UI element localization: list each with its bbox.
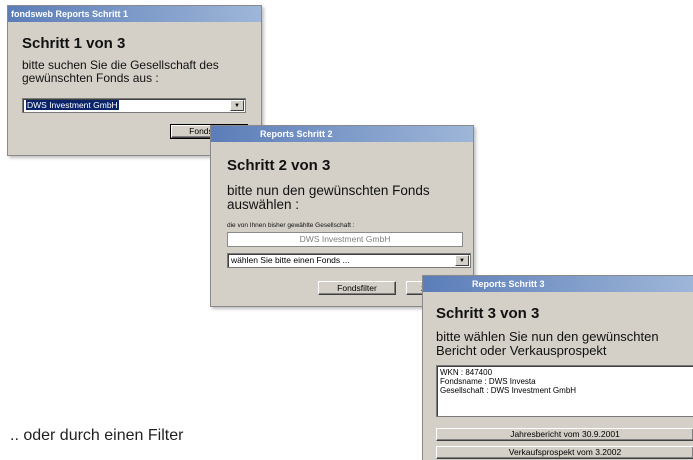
step1-prompt: bitte suchen Sie die Gesellschaft des ge… — [22, 58, 219, 85]
step2-prompt: bitte nun den gewünschten Fonds auswähle… — [227, 183, 430, 213]
step3-prompt: bitte wählen Sie nun den gewünschten Ber… — [436, 329, 659, 358]
prospectus-button[interactable]: Verkaufsprospekt vom 3.2002 — [436, 446, 693, 459]
step3-heading: Schritt 3 von 3 — [436, 305, 540, 322]
info-line-fondsname: Fondsname : DWS Investa — [440, 377, 536, 387]
info-line-wkn: WKN : 847400 — [440, 368, 493, 377]
fondsfilter-button[interactable]: Fondsfilter — [318, 281, 396, 295]
step2-heading: Schritt 2 von 3 — [227, 157, 331, 174]
step2-title: Reports Schritt 2 — [260, 129, 333, 139]
company-select-value: DWS Investment GmbH — [26, 100, 119, 110]
fund-info-box: WKN : 847400 Fondsname : DWS Investa Ges… — [436, 365, 693, 417]
step3-window: Reports Schritt 3 Schritt 3 von 3 bitte … — [422, 275, 693, 460]
step2-titlebar: Reports Schritt 2 — [211, 126, 473, 142]
company-select[interactable]: DWS Investment GmbH ▼ — [22, 98, 246, 113]
fund-select[interactable]: wählen Sie bitte einen Fonds ... ▼ — [227, 253, 471, 268]
step3-title: Reports Schritt 3 — [472, 279, 545, 289]
step3-titlebar: Reports Schritt 3 — [423, 276, 693, 292]
step2-subnote: die von Ihnen bisher gewählte Gesellscha… — [227, 222, 355, 229]
info-line-gesellschaft: Gesellschaft : DWS Investment GmbH — [440, 386, 577, 396]
selected-company-field: DWS Investment GmbH — [227, 232, 463, 247]
fund-select-value: wählen Sie bitte einen Fonds ... — [231, 255, 350, 265]
annual-report-button[interactable]: Jahresbericht vom 30.9.2001 — [436, 428, 693, 441]
step1-titlebar: fondsweb Reports Schritt 1 — [8, 6, 261, 22]
step1-heading: Schritt 1 von 3 — [22, 35, 126, 52]
chevron-down-icon[interactable]: ▼ — [230, 100, 244, 111]
chevron-down-icon[interactable]: ▼ — [455, 255, 469, 266]
caption-text: .. oder durch einen Filter — [10, 427, 184, 444]
